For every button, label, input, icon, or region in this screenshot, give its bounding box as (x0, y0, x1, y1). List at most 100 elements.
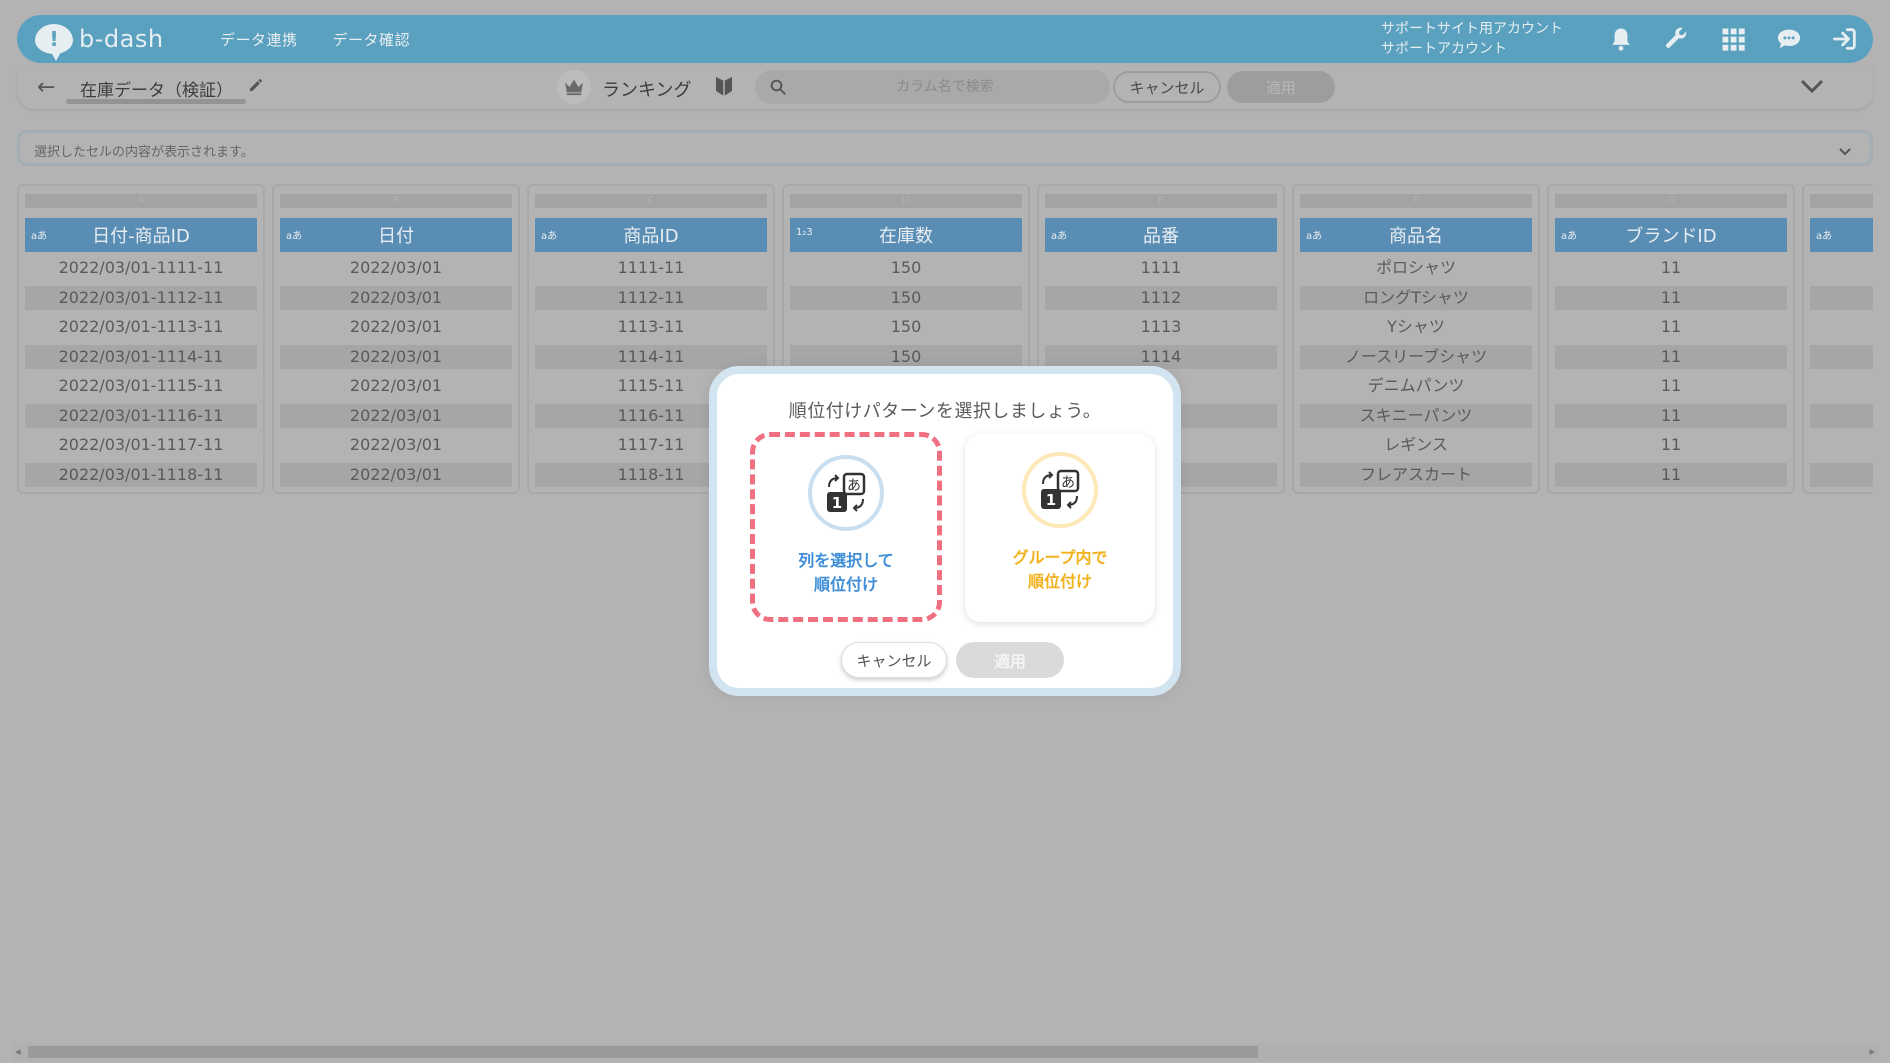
column-search-box[interactable] (755, 70, 1110, 104)
column-header[interactable]: aあ 日付 (280, 218, 512, 252)
table-cell[interactable]: デニムパンツ (1300, 374, 1532, 398)
table-cell[interactable]: 150 (790, 256, 1022, 280)
table-cell[interactable]: 2022/03/01 (280, 315, 512, 339)
column-header-label: 商品ID (623, 226, 679, 247)
chevron-down-icon[interactable] (1838, 142, 1852, 161)
table-cell[interactable]: 1113 (1045, 315, 1277, 339)
table-cell[interactable]: 2022/03/01 (280, 433, 512, 457)
table-cell[interactable]: 11 (1555, 404, 1787, 428)
beginner-mark-icon[interactable] (715, 75, 733, 101)
column-header[interactable]: aあ ブランドID (1555, 218, 1787, 252)
table-cell[interactable]: 11 (1555, 374, 1787, 398)
rank-by-column-option[interactable]: あ 1 列を選択して 順位付け (750, 432, 942, 622)
column-header[interactable]: aあ 日付-商品ID (25, 218, 257, 252)
cell-content-bar[interactable]: 選択したセルの内容が表示されます。 (17, 130, 1873, 166)
column-header[interactable]: aあ 商品名 (1300, 218, 1532, 252)
scroll-left-arrow-icon[interactable]: ◂ (15, 1045, 21, 1058)
table-cell[interactable]: レギンス (1300, 433, 1532, 457)
table-cell[interactable]: 2022/03/01-1115-11 (25, 374, 257, 398)
table-cell[interactable]: 2022/03/01-1111-11 (25, 256, 257, 280)
table-cell[interactable]: 2022/03/01 (280, 463, 512, 487)
table-cell[interactable]: 150 (790, 286, 1022, 310)
table-cell[interactable]: 2022/03/01 (280, 256, 512, 280)
table-cell[interactable]: 2022/03/01 (280, 286, 512, 310)
option-label: グループ内で 順位付け (965, 546, 1155, 594)
table-cell[interactable]: 2022/03/01-1114-11 (25, 345, 257, 369)
table-column[interactable]: A aあ 日付-商品ID 2022/03/01-1111-11 2022/03/0… (17, 184, 265, 494)
table-column[interactable]: H aあ (1802, 184, 1873, 494)
column-letter: G (1555, 194, 1787, 208)
apply-button[interactable]: 適用 (1227, 71, 1335, 103)
table-cell[interactable]: 11 (1555, 315, 1787, 339)
table-cell[interactable]: 1111-11 (535, 256, 767, 280)
table-cell[interactable]: 2022/03/01-1117-11 (25, 433, 257, 457)
table-cell[interactable]: スキニーパンツ (1300, 404, 1532, 428)
table-cell[interactable]: 11 (1555, 463, 1787, 487)
horizontal-scrollbar[interactable]: ◂ ▸ (12, 1043, 1878, 1061)
table-cell[interactable] (1810, 374, 1873, 398)
table-column[interactable]: B aあ 日付 2022/03/01 2022/03/01 2022/03/01 … (272, 184, 520, 494)
table-cell[interactable] (1810, 463, 1873, 487)
nav-data-integration[interactable]: データ連携 (220, 29, 298, 50)
search-input[interactable] (795, 70, 1095, 104)
table-cell[interactable] (1810, 315, 1873, 339)
logout-icon[interactable] (1817, 15, 1873, 63)
rank-within-group-option[interactable]: あ 1 グループ内で 順位付け (965, 434, 1155, 622)
table-cell[interactable]: 150 (790, 315, 1022, 339)
scrollbar-thumb[interactable] (28, 1046, 1258, 1058)
column-header-label: ブランドID (1625, 226, 1717, 247)
scroll-right-arrow-icon[interactable]: ▸ (1869, 1045, 1875, 1058)
modal-cancel-button[interactable]: キャンセル (841, 642, 947, 678)
bell-icon[interactable] (1593, 15, 1649, 63)
table-cell[interactable]: 2022/03/01-1112-11 (25, 286, 257, 310)
cancel-button[interactable]: キャンセル (1113, 71, 1221, 103)
table-cell[interactable]: 2022/03/01-1116-11 (25, 404, 257, 428)
table-cell[interactable]: ポロシャツ (1300, 256, 1532, 280)
column-header[interactable]: aあ 商品ID (535, 218, 767, 252)
column-header-label: 品番 (1143, 226, 1179, 247)
table-cell[interactable] (1810, 404, 1873, 428)
table-cell[interactable]: 2022/03/01 (280, 345, 512, 369)
table-cell[interactable]: 1112 (1045, 286, 1277, 310)
table-cell[interactable]: 1112-11 (535, 286, 767, 310)
table-cell[interactable]: Yシャツ (1300, 315, 1532, 339)
table-cell[interactable]: 2022/03/01 (280, 404, 512, 428)
table-cell[interactable]: 11 (1555, 256, 1787, 280)
table-cell[interactable]: 2022/03/01 (280, 374, 512, 398)
table-cell[interactable]: 1114-11 (535, 345, 767, 369)
modal-apply-button[interactable]: 適用 (956, 642, 1064, 678)
table-cell[interactable]: ノースリーブシャツ (1300, 345, 1532, 369)
table-cell[interactable]: 11 (1555, 345, 1787, 369)
table-cell[interactable]: 2022/03/01-1118-11 (25, 463, 257, 487)
table-cell[interactable]: フレアスカート (1300, 463, 1532, 487)
table-cell[interactable]: 2022/03/01-1113-11 (25, 315, 257, 339)
column-header[interactable]: 1₂3 在庫数 (790, 218, 1022, 252)
wrench-icon[interactable] (1649, 15, 1705, 63)
account-info[interactable]: サポートサイト用アカウント サポートアカウント (1381, 19, 1563, 59)
chevron-down-icon[interactable] (1799, 77, 1825, 99)
table-column[interactable]: F aあ 商品名 ポロシャツ ロングTシャツ Yシャツ ノースリーブシャツ デニム… (1292, 184, 1540, 494)
table-cell[interactable]: ロングTシャツ (1300, 286, 1532, 310)
column-header[interactable]: aあ (1810, 218, 1873, 252)
table-cell[interactable]: 1113-11 (535, 315, 767, 339)
grid-icon[interactable] (1705, 15, 1761, 63)
nav-data-check[interactable]: データ確認 (333, 29, 411, 50)
account-name-line2: サポートアカウント (1381, 41, 1507, 57)
table-cell[interactable] (1810, 256, 1873, 280)
table-cell[interactable] (1810, 433, 1873, 457)
table-cell[interactable]: 11 (1555, 433, 1787, 457)
column-header[interactable]: aあ 品番 (1045, 218, 1277, 252)
option-label: 列を選択して 順位付け (755, 549, 937, 597)
table-cell[interactable]: 1111 (1045, 256, 1277, 280)
table-cell[interactable] (1810, 345, 1873, 369)
chat-icon[interactable] (1761, 15, 1817, 63)
pencil-icon[interactable] (248, 77, 264, 97)
back-arrow-icon[interactable]: ← (37, 75, 55, 100)
logo[interactable]: ! b-dash (35, 24, 185, 61)
cell-content-text: 選択したセルの内容が表示されます。 (34, 145, 254, 160)
column-letter: A (25, 194, 257, 208)
table-cell[interactable] (1810, 286, 1873, 310)
table-cell[interactable]: 11 (1555, 286, 1787, 310)
dataset-title[interactable]: 在庫データ（検証） (80, 76, 233, 101)
table-column[interactable]: G aあ ブランドID 11 11 11 11 11 11 11 11 (1547, 184, 1795, 494)
